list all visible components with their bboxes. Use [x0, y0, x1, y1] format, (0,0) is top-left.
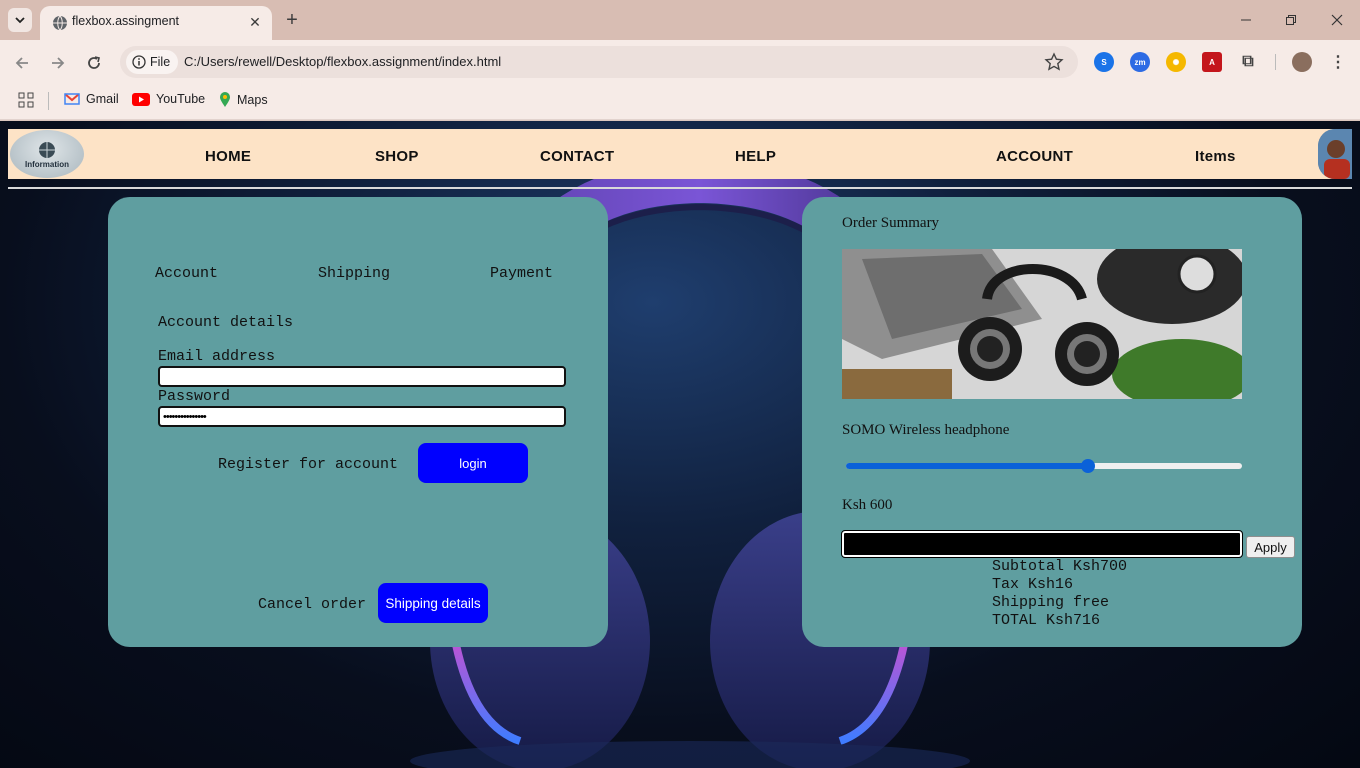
quantity-slider[interactable]	[846, 459, 1242, 473]
coupon-input[interactable]	[841, 530, 1243, 558]
window-close-icon[interactable]	[1323, 6, 1351, 34]
bookmark-label: Gmail	[86, 92, 119, 106]
password-label: Password	[158, 388, 231, 405]
bookmark-youtube[interactable]: YouTube	[132, 92, 205, 106]
section-title: Account details	[158, 314, 294, 331]
cancel-order-link[interactable]: Cancel order	[258, 596, 366, 613]
page-viewport: Information HOME SHOP CONTACT HELP ACCOU…	[0, 121, 1360, 768]
nav-items[interactable]: Items	[1195, 148, 1236, 165]
sun-extension-icon[interactable]: ✺	[1166, 52, 1186, 72]
bookmarks-separator	[48, 92, 49, 110]
maps-icon	[220, 92, 230, 107]
tax: Tax Ksh16	[992, 576, 1074, 593]
back-icon[interactable]	[9, 50, 35, 76]
price: Ksh 600	[842, 497, 893, 513]
total: TOTAL Ksh716	[992, 612, 1101, 629]
register-link[interactable]: Register for account	[218, 456, 398, 473]
apply-button[interactable]: Apply	[1246, 536, 1295, 558]
close-icon[interactable]: ✕	[246, 13, 264, 31]
product-name: SOMO Wireless headphone	[842, 422, 1010, 438]
product-image	[842, 249, 1242, 399]
slider-thumb[interactable]	[1081, 459, 1095, 473]
step-account[interactable]: Account	[155, 265, 218, 282]
shazam-icon[interactable]: S	[1094, 52, 1114, 72]
bookmark-label: YouTube	[156, 92, 206, 106]
order-summary-panel: Order Summary SOMO Wireless headphone Ks…	[802, 197, 1302, 647]
bookmark-gmail[interactable]: Gmail	[64, 92, 119, 106]
checkout-panel: Account Shipping Payment Account details…	[108, 197, 608, 647]
site-chip-label: File	[150, 55, 171, 69]
globe-logo-icon	[39, 142, 55, 158]
site-logo[interactable]: Information	[10, 130, 84, 178]
site-info-chip[interactable]: File	[126, 50, 179, 74]
tab-search-icon[interactable]	[8, 8, 32, 32]
zoom-icon[interactable]: zm	[1130, 52, 1150, 72]
bookmark-maps[interactable]: Maps	[219, 92, 268, 108]
minimize-icon[interactable]	[1232, 6, 1260, 34]
step-shipping[interactable]: Shipping	[318, 265, 390, 282]
new-tab-icon[interactable]: +	[280, 8, 304, 32]
gmail-icon	[64, 93, 80, 105]
summary-title: Order Summary	[842, 215, 940, 231]
login-button[interactable]: login	[418, 443, 528, 483]
logo-text: Information	[25, 160, 69, 169]
email-label: Email address	[158, 348, 276, 365]
profile-icon[interactable]	[1292, 52, 1312, 72]
email-field[interactable]	[158, 366, 566, 387]
shipping-cost: Shipping free	[992, 594, 1110, 611]
globe-icon	[53, 15, 67, 31]
youtube-icon	[132, 92, 150, 106]
forward-icon[interactable]	[45, 50, 71, 76]
nav-help[interactable]: HELP	[735, 148, 776, 165]
nav-contact[interactable]: CONTACT	[540, 148, 614, 165]
tab-strip: flexbox.assingment ✕ +	[0, 0, 1360, 40]
info-icon	[132, 55, 146, 69]
active-tab[interactable]: flexbox.assingment ✕	[40, 6, 272, 40]
slider-fill	[846, 463, 1088, 469]
step-payment[interactable]: Payment	[490, 265, 553, 282]
toolbar-separator	[1275, 54, 1276, 70]
password-field[interactable]: •••••••••••••••	[158, 406, 566, 427]
nav-shop[interactable]: SHOP	[375, 148, 419, 165]
bookmarks-bar: Gmail YouTube Maps	[0, 84, 1360, 120]
address-bar[interactable]: File C:/Users/rewell/Desktop/flexbox.ass…	[120, 46, 1078, 78]
apps-grid-icon[interactable]	[18, 92, 34, 108]
reload-icon[interactable]	[81, 50, 107, 76]
nav-account[interactable]: ACCOUNT	[996, 148, 1073, 165]
restore-icon[interactable]	[1277, 6, 1305, 34]
pdf-icon[interactable]: A	[1202, 52, 1222, 72]
subtotal: Subtotal Ksh700	[992, 558, 1128, 575]
extensions-icon[interactable]: ⧉	[1238, 52, 1258, 72]
star-icon[interactable]	[1044, 52, 1064, 72]
tab-title: flexbox.assingment	[72, 14, 180, 28]
bookmark-label: Maps	[237, 93, 268, 107]
browser-toolbar: File C:/Users/rewell/Desktop/flexbox.ass…	[0, 40, 1360, 84]
shipping-details-button[interactable]: Shipping details	[378, 583, 488, 623]
kebab-menu-icon[interactable]: ⋮	[1328, 52, 1348, 72]
divider	[8, 187, 1352, 189]
site-navbar: Information HOME SHOP CONTACT HELP ACCOU…	[8, 129, 1352, 179]
url-text: C:/Users/rewell/Desktop/flexbox.assignme…	[184, 54, 502, 69]
nav-home[interactable]: HOME	[205, 148, 251, 165]
avatar[interactable]	[1318, 129, 1352, 179]
